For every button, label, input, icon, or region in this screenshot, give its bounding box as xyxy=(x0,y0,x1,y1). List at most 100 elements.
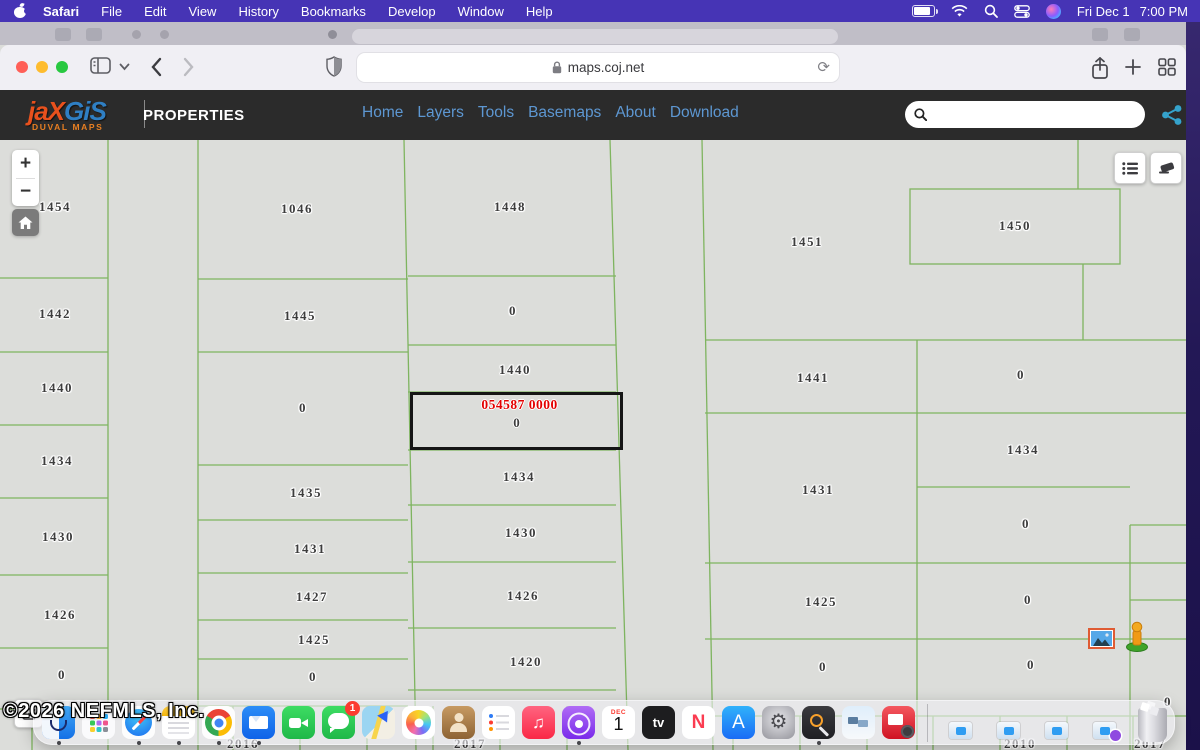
parcel-label: 1046 xyxy=(281,201,313,217)
nav-home[interactable]: Home xyxy=(362,104,403,122)
url-text: maps.coj.net xyxy=(568,60,645,75)
dock-calendar-icon[interactable]: DEC1 xyxy=(602,706,635,739)
back-button[interactable] xyxy=(150,57,162,77)
legend-button[interactable] xyxy=(1114,152,1146,184)
dock-reminders-icon[interactable] xyxy=(482,706,515,739)
home-extent-button[interactable] xyxy=(12,209,39,236)
dock-podcasts-icon[interactable] xyxy=(562,706,595,739)
menu-item-edit[interactable]: Edit xyxy=(144,4,166,19)
parcel-label: 1450 xyxy=(999,218,1031,234)
home-icon xyxy=(18,216,33,230)
tab-overview-icon[interactable] xyxy=(1158,58,1176,76)
dock-maps-icon[interactable] xyxy=(362,706,395,739)
sidebar-icon[interactable] xyxy=(90,57,111,74)
bg-window-chip xyxy=(1092,28,1108,41)
bg-window-shield xyxy=(328,30,337,39)
dock-music-icon[interactable]: ♫ xyxy=(522,706,555,739)
dock-messages-icon[interactable]: 1 xyxy=(322,706,355,739)
nav-layers[interactable]: Layers xyxy=(417,104,464,122)
nav-download[interactable]: Download xyxy=(670,104,739,122)
zoom-control: + − xyxy=(12,150,39,206)
dock-mail-icon[interactable] xyxy=(242,706,275,739)
minimized-window-thumbnail[interactable] xyxy=(1045,722,1068,739)
screen: Safari File Edit View History Bookmarks Develo… xyxy=(0,0,1200,750)
nav-tools[interactable]: Tools xyxy=(478,104,514,122)
minimized-window-stack[interactable] xyxy=(1093,722,1116,739)
selected-parcel-outline[interactable]: 054587 0000 0 xyxy=(410,392,623,450)
parcel-label: 1440 xyxy=(499,362,531,378)
macos-menu-bar: Safari File Edit View History Bookmarks Develo… xyxy=(0,0,1200,22)
parcel-label: 0 xyxy=(299,400,307,416)
parcel-label: 1435 xyxy=(290,485,322,501)
selected-parcel-value: 0 xyxy=(513,415,520,431)
dock-photos-icon[interactable] xyxy=(402,706,435,739)
battery-icon[interactable] xyxy=(912,5,935,17)
bg-window-chip xyxy=(86,28,102,41)
dock-appstore-icon[interactable]: A xyxy=(722,706,755,739)
parcel-label: 0 xyxy=(58,667,66,683)
notification-badge: 1 xyxy=(345,701,360,716)
address-bar[interactable]: maps.coj.net ⟳ xyxy=(357,53,839,82)
eraser-icon xyxy=(1158,161,1175,175)
zoom-in-button[interactable]: + xyxy=(12,150,39,178)
legend-list-icon xyxy=(1122,162,1138,175)
menu-item-window[interactable]: Window xyxy=(458,4,504,19)
close-window-button[interactable] xyxy=(16,61,28,73)
dock-settings-icon[interactable]: ⚙ xyxy=(762,706,795,739)
spotlight-icon[interactable] xyxy=(984,4,998,18)
parcel-map[interactable]: 1454104614481451145014421445014400144014… xyxy=(0,140,1186,750)
trash-icon[interactable] xyxy=(1138,708,1167,742)
minimize-window-button[interactable] xyxy=(36,61,48,73)
reload-icon[interactable]: ⟳ xyxy=(817,58,830,76)
hydrant-marker[interactable] xyxy=(1124,620,1150,652)
menu-item-bookmarks[interactable]: Bookmarks xyxy=(301,4,366,19)
parcel-label: 1427 xyxy=(296,589,328,605)
menu-item-view[interactable]: View xyxy=(189,4,217,19)
nav-about[interactable]: About xyxy=(615,104,656,122)
dock-news-icon[interactable]: N xyxy=(682,706,715,739)
zoom-window-button[interactable] xyxy=(56,61,68,73)
menu-item-develop[interactable]: Develop xyxy=(388,4,436,19)
parcel-label: 0 xyxy=(1017,367,1025,383)
privacy-shield-icon[interactable] xyxy=(326,56,342,77)
dock-contacts-icon[interactable] xyxy=(442,706,475,739)
dock-chrome-icon[interactable] xyxy=(202,706,235,739)
clock-date: Fri Dec 1 xyxy=(1077,4,1130,19)
menu-bar-clock[interactable]: Fri Dec 1 7:00 PM xyxy=(1077,4,1188,19)
map-share-icon[interactable] xyxy=(1161,104,1183,126)
menu-item-safari[interactable]: Safari xyxy=(43,4,79,19)
bg-window-urlbar xyxy=(352,29,838,44)
dock-tv-icon[interactable]: tv xyxy=(642,706,675,739)
parcel-label: 0 xyxy=(1027,657,1035,673)
jaxgis-header: jaXGiS DUVAL MAPS PROPERTIES HomeLayersT… xyxy=(0,90,1186,140)
apple-menu-icon[interactable] xyxy=(14,4,27,18)
siri-icon[interactable] xyxy=(1046,4,1061,19)
menu-item-file[interactable]: File xyxy=(101,4,122,19)
share-icon[interactable] xyxy=(1091,57,1109,79)
chevron-down-icon[interactable] xyxy=(119,63,130,71)
menu-item-history[interactable]: History xyxy=(238,4,278,19)
parcel-label: 0 xyxy=(819,659,827,675)
wifi-icon[interactable] xyxy=(951,5,968,18)
search-input[interactable] xyxy=(933,106,1145,123)
menu-item-help[interactable]: Help xyxy=(526,4,553,19)
nav-basemaps[interactable]: Basemaps xyxy=(528,104,601,122)
map-search-box[interactable] xyxy=(905,101,1145,128)
photo-attachment-marker[interactable] xyxy=(1088,628,1115,649)
dock-preview-icon[interactable] xyxy=(842,706,875,739)
parcel-label: 1440 xyxy=(41,380,73,396)
zoom-out-button[interactable]: − xyxy=(12,178,39,206)
control-center-icon[interactable] xyxy=(1014,5,1030,18)
parcel-label: 0 xyxy=(1022,516,1030,532)
minimized-window-thumbnail[interactable] xyxy=(949,722,972,739)
forward-button[interactable] xyxy=(183,57,195,77)
parcel-label: 1426 xyxy=(44,607,76,623)
new-tab-icon[interactable] xyxy=(1125,59,1141,75)
dock-keychain-icon[interactable] xyxy=(802,706,835,739)
background-window-strip xyxy=(0,22,1186,45)
parcel-label: 1448 xyxy=(494,199,526,215)
eraser-button[interactable] xyxy=(1150,152,1182,184)
dock-facetime-icon[interactable] xyxy=(282,706,315,739)
dock-photobooth-icon[interactable] xyxy=(882,706,915,739)
minimized-window-thumbnail[interactable] xyxy=(997,722,1020,739)
